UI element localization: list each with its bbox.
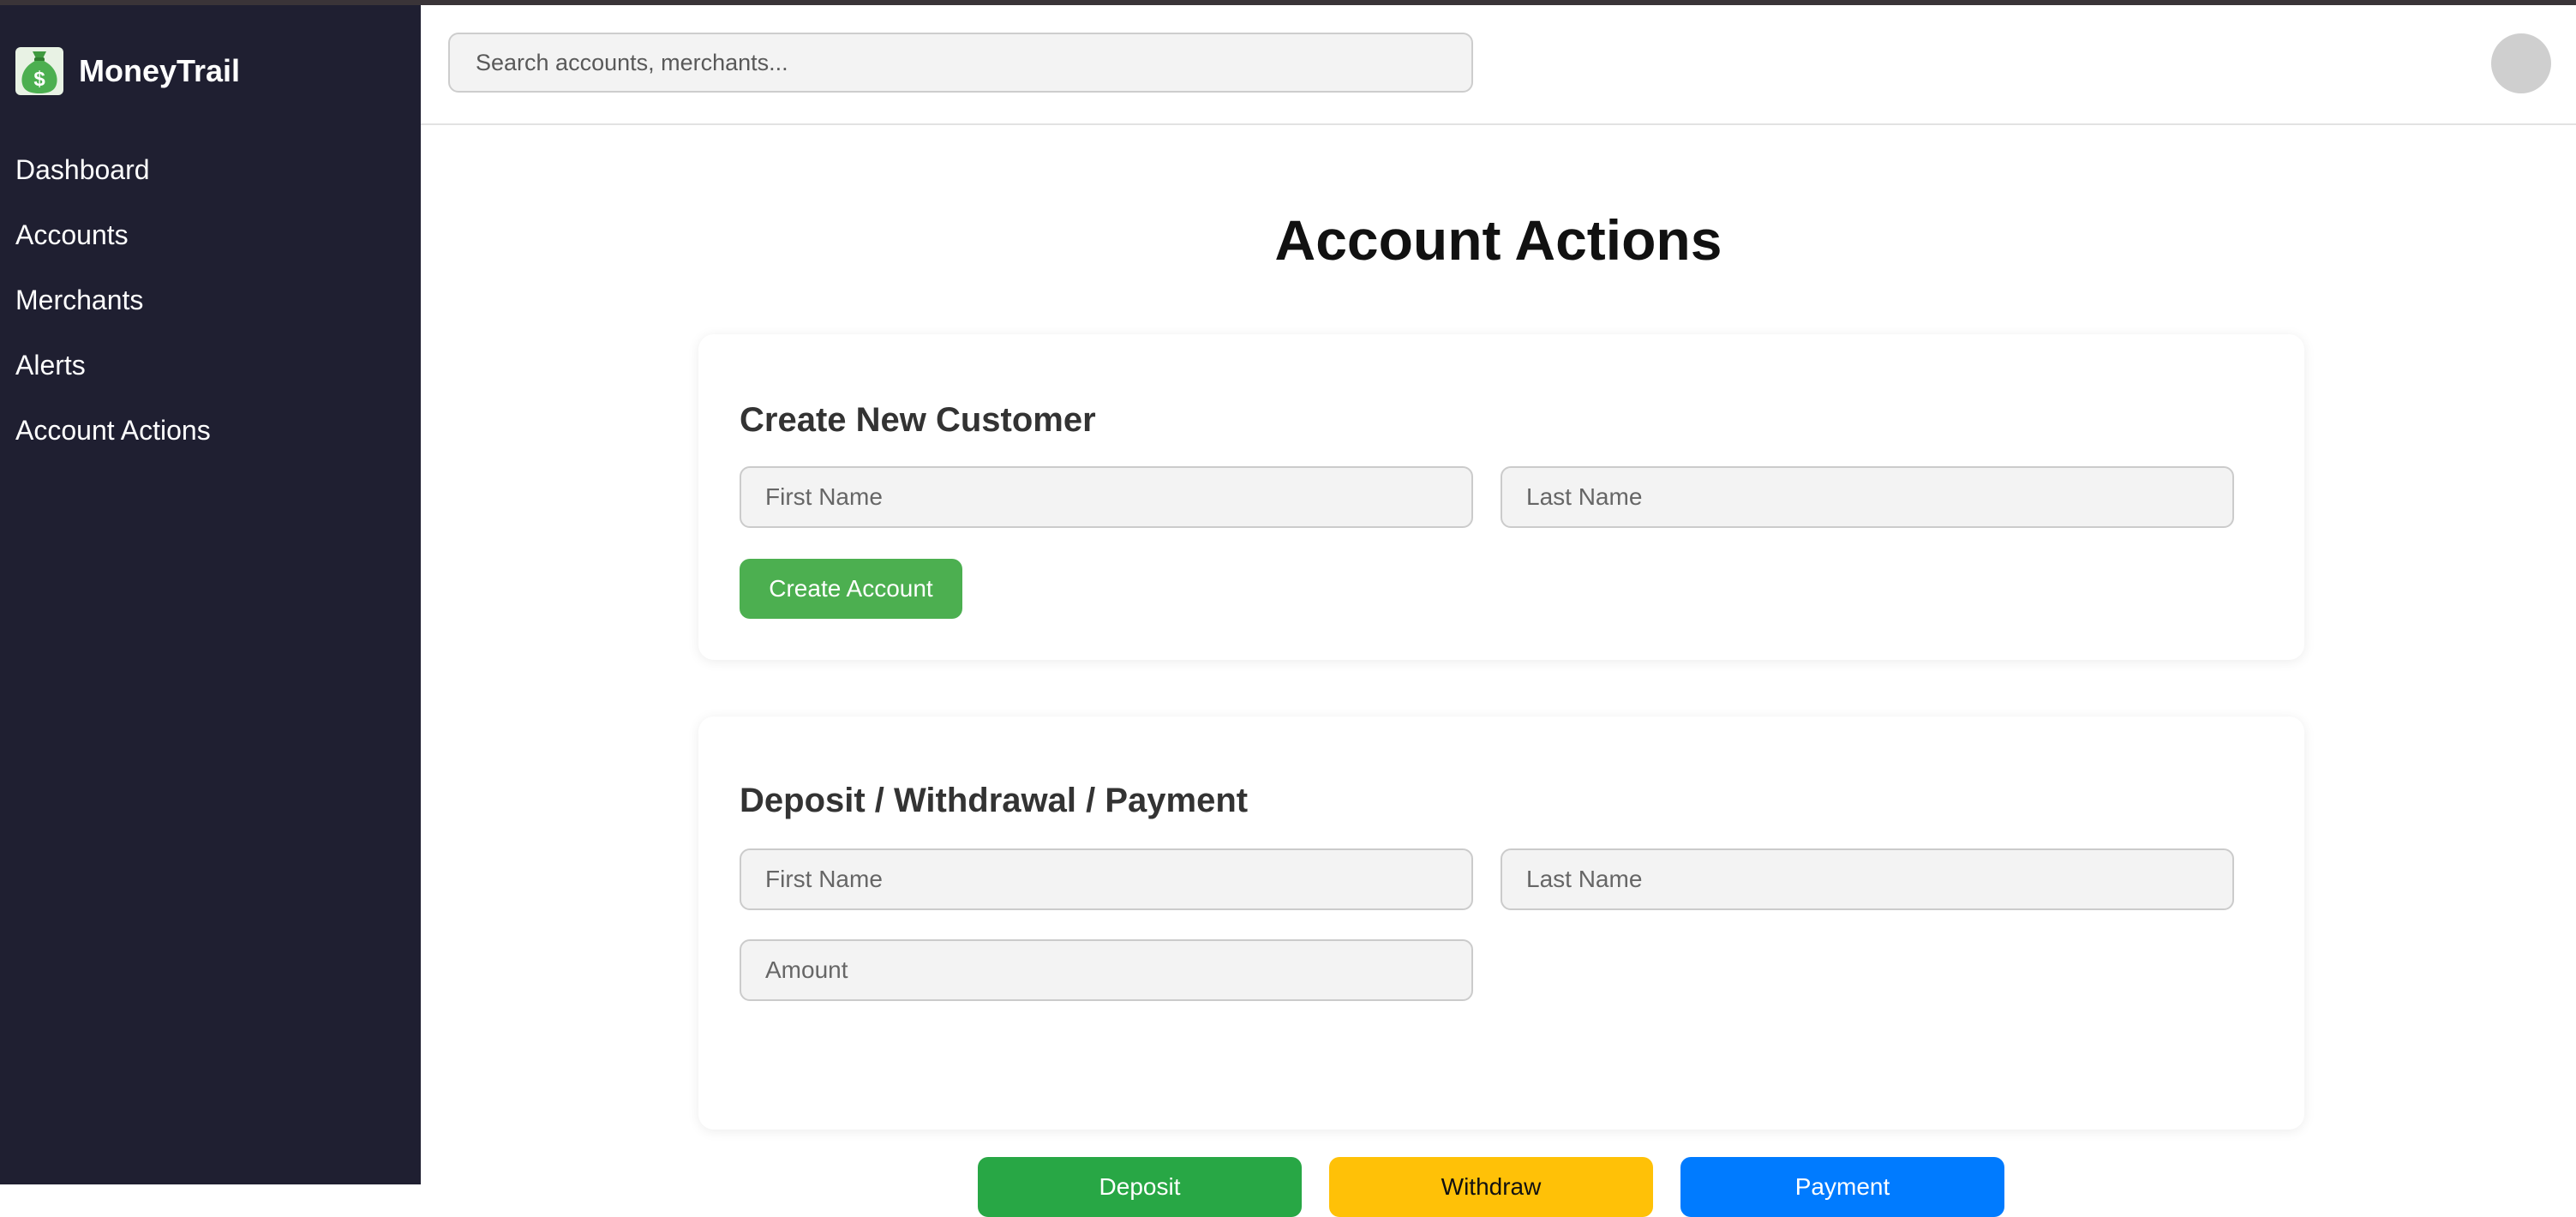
sidebar-nav: Dashboard Accounts Merchants Alerts Acco… (0, 141, 421, 466)
page-title: Account Actions (1274, 208, 1722, 272)
transaction-first-name-field[interactable] (740, 848, 1473, 910)
transaction-card: Deposit / Withdrawal / Payment Deposit W… (698, 716, 2304, 1217)
sidebar-item-alerts[interactable]: Alerts (0, 336, 421, 401)
create-first-name-field[interactable] (740, 466, 1473, 528)
search-input[interactable] (448, 33, 1473, 93)
create-customer-card: Create New Customer Create Account (698, 334, 2304, 660)
main-content: Account Actions Create New Customer Crea… (421, 125, 2576, 1217)
deposit-button[interactable]: Deposit (978, 1157, 1302, 1217)
top-header (421, 5, 2576, 125)
avatar[interactable] (2491, 33, 2551, 93)
sidebar-item-merchants[interactable]: Merchants (0, 271, 421, 336)
svg-text:$: $ (33, 68, 45, 91)
payment-button[interactable]: Payment (1680, 1157, 2004, 1217)
create-customer-title: Create New Customer (740, 401, 1096, 439)
withdraw-button[interactable]: Withdraw (1329, 1157, 1653, 1217)
transaction-last-name-field[interactable] (1501, 848, 2234, 910)
app-name: MoneyTrail (79, 53, 241, 88)
sidebar-item-accounts[interactable]: Accounts (0, 206, 421, 271)
create-last-name-field[interactable] (1501, 466, 2234, 528)
brand[interactable]: $ MoneyTrail (15, 46, 240, 96)
money-bag-icon: $ (15, 47, 63, 95)
transaction-title: Deposit / Withdrawal / Payment (740, 782, 1249, 819)
sidebar: $ MoneyTrail Dashboard Accounts Merchant… (0, 5, 421, 1184)
sidebar-item-dashboard[interactable]: Dashboard (0, 141, 421, 206)
amount-field[interactable] (740, 939, 1473, 1001)
sidebar-item-account-actions[interactable]: Account Actions (0, 401, 421, 466)
create-account-button[interactable]: Create Account (740, 559, 962, 619)
